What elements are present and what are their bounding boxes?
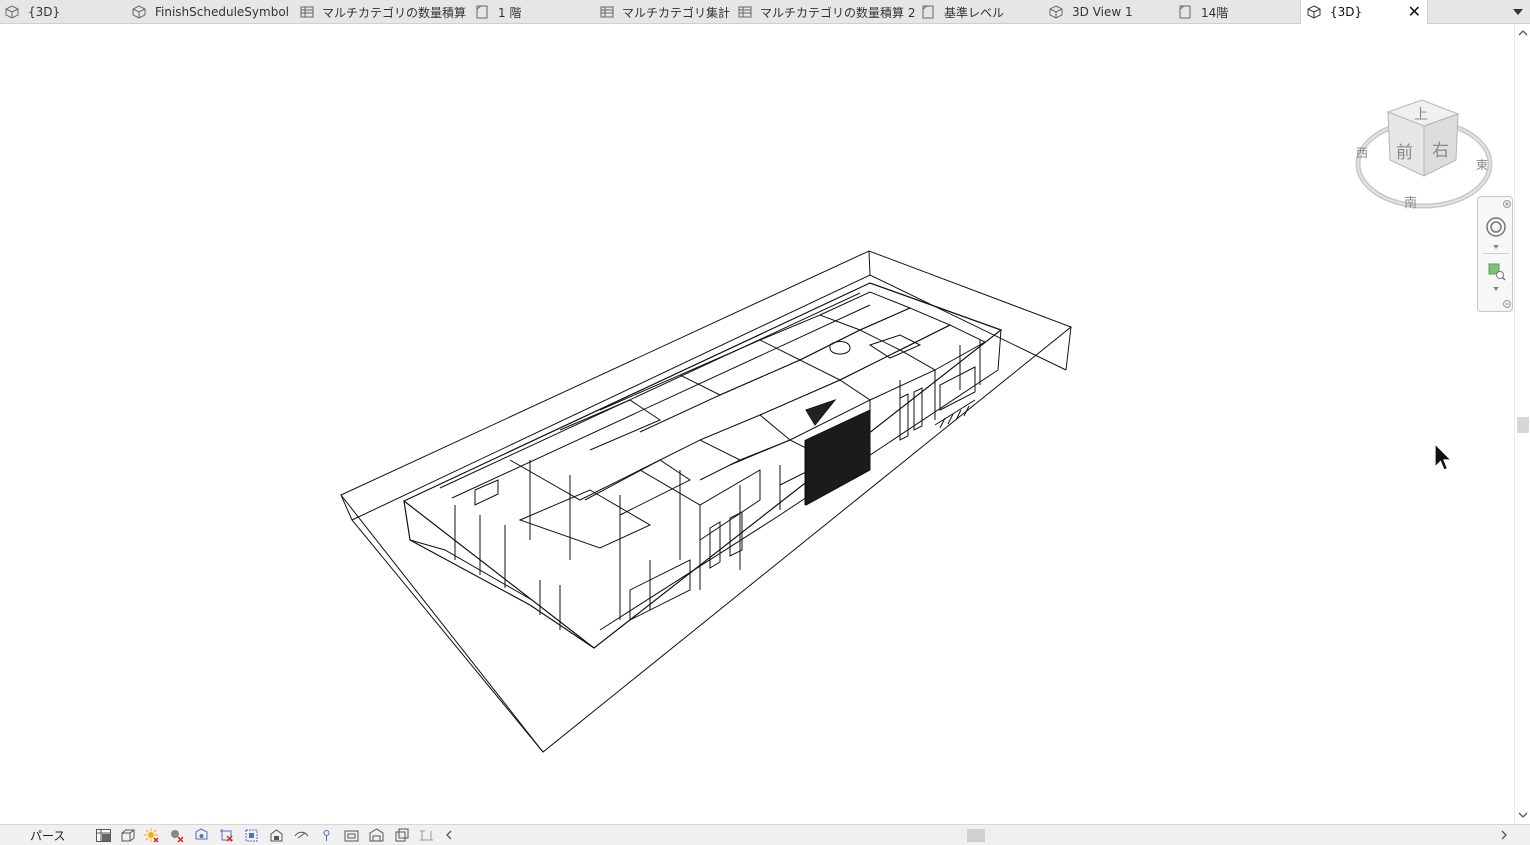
close-tab-icon[interactable]: ✕ bbox=[1408, 3, 1421, 21]
tab-floor-14[interactable]: 14階 bbox=[1177, 0, 1297, 24]
tab-label: マルチカテゴリの数量積算 bbox=[322, 5, 467, 20]
tab-label: 3D View 1 bbox=[1072, 5, 1133, 19]
building-model-wireframe[interactable] bbox=[0, 24, 1514, 824]
zoom-region-icon[interactable] bbox=[1484, 259, 1508, 283]
vertical-scroll-thumb[interactable] bbox=[1517, 417, 1529, 433]
tab-3d-view[interactable]: {3D} bbox=[4, 0, 124, 24]
view-projection-mode[interactable]: パース bbox=[30, 827, 65, 844]
tab-3d-view-1[interactable]: 3D View 1 bbox=[1048, 0, 1172, 24]
tab-label: マルチカテゴリの数量積算 2 bbox=[760, 5, 916, 20]
tab-label: FinishScheduleSymbol bbox=[155, 5, 290, 19]
detail-level-icon[interactable] bbox=[95, 827, 111, 843]
compass-east[interactable]: 東 bbox=[1476, 156, 1488, 173]
tab-finish-schedule-symbol[interactable]: FinishScheduleSymbol bbox=[131, 0, 291, 24]
crop-view-icon[interactable] bbox=[218, 827, 234, 843]
floor-plan-icon bbox=[920, 4, 936, 20]
schedule-icon bbox=[738, 4, 752, 20]
reveal-constraints-icon[interactable] bbox=[418, 827, 434, 843]
tab-label: マルチカテゴリ集計 bbox=[622, 5, 731, 20]
scroll-down-icon[interactable] bbox=[1518, 810, 1528, 820]
zoom-dropdown-icon[interactable] bbox=[1490, 285, 1502, 293]
vertical-scrollbar[interactable] bbox=[1514, 24, 1530, 824]
temporary-hide-isolate-icon[interactable] bbox=[293, 827, 309, 843]
tab-floor-1[interactable]: 1 階 bbox=[474, 0, 592, 24]
render-icon[interactable] bbox=[193, 827, 209, 843]
tab-multi-category-schedule[interactable]: マルチカテゴリ集計 bbox=[600, 0, 730, 24]
floor-plan-icon bbox=[474, 4, 490, 20]
sun-path-icon[interactable] bbox=[143, 827, 159, 843]
viewcube[interactable]: 上 前 右 西 東 南 bbox=[1352, 96, 1497, 216]
viewcube-top-face[interactable]: 上 bbox=[1414, 104, 1428, 124]
floor-plan-icon bbox=[1177, 4, 1193, 20]
scroll-left-icon[interactable] bbox=[442, 829, 454, 841]
scroll-right-icon[interactable] bbox=[1498, 829, 1510, 841]
shadows-icon[interactable] bbox=[168, 827, 184, 843]
view-control-bar: パース bbox=[0, 824, 1530, 845]
mouse-cursor-icon bbox=[1434, 443, 1453, 471]
temporary-view-properties-icon[interactable] bbox=[343, 827, 359, 843]
tab-base-level[interactable]: 基準レベル bbox=[920, 0, 1045, 24]
steering-wheel-icon[interactable] bbox=[1484, 215, 1508, 239]
3d-view-icon bbox=[4, 4, 20, 20]
show-analytical-model-icon[interactable] bbox=[368, 827, 384, 843]
3d-view-icon bbox=[131, 4, 147, 20]
tab-multi-category-takeoff-2[interactable]: マルチカテゴリの数量積算 2 bbox=[738, 0, 916, 24]
schedule-icon bbox=[300, 4, 314, 20]
scroll-up-icon[interactable] bbox=[1518, 28, 1528, 38]
tab-label: 1 階 bbox=[498, 5, 522, 20]
tab-3d-view-active[interactable]: {3D} ✕ bbox=[1300, 0, 1428, 24]
viewcube-right-face[interactable]: 右 bbox=[1432, 136, 1449, 161]
tab-label: 基準レベル bbox=[944, 5, 1005, 20]
3d-view-icon bbox=[1048, 4, 1064, 20]
tab-label: {3D} bbox=[1330, 5, 1363, 19]
lock-3d-view-icon[interactable] bbox=[268, 827, 284, 843]
tab-multi-category-takeoff[interactable]: マルチカテゴリの数量積算 bbox=[300, 0, 467, 24]
3d-view-icon bbox=[1306, 4, 1322, 20]
navigation-bar bbox=[1477, 196, 1513, 312]
tab-label: 14階 bbox=[1201, 5, 1229, 20]
horizontal-scroll-thumb[interactable] bbox=[967, 829, 985, 842]
tab-overflow-dropdown-icon[interactable] bbox=[1510, 4, 1526, 20]
compass-west[interactable]: 西 bbox=[1356, 144, 1368, 161]
visual-style-icon[interactable] bbox=[119, 827, 135, 843]
reveal-hidden-elements-icon[interactable] bbox=[318, 827, 334, 843]
viewcube-front-face[interactable]: 前 bbox=[1396, 138, 1413, 163]
compass-south[interactable]: 南 bbox=[1404, 192, 1417, 211]
show-crop-region-icon[interactable] bbox=[243, 827, 259, 843]
navbar-close-icon[interactable] bbox=[1502, 199, 1512, 209]
revit-window: {3D} FinishScheduleSymbol マルチカテゴリの数量積算 1… bbox=[0, 0, 1530, 845]
tab-label: {3D} bbox=[28, 5, 61, 19]
navbar-divider bbox=[1483, 253, 1509, 254]
steering-wheel-dropdown-icon[interactable] bbox=[1490, 243, 1502, 251]
schedule-icon bbox=[600, 4, 614, 20]
3d-viewport[interactable]: 上 前 右 西 東 南 bbox=[0, 24, 1514, 824]
navbar-options-icon[interactable] bbox=[1502, 299, 1512, 309]
view-tab-bar: {3D} FinishScheduleSymbol マルチカテゴリの数量積算 1… bbox=[0, 0, 1530, 24]
highlight-displacement-icon[interactable] bbox=[393, 827, 409, 843]
horizontal-scrollbar[interactable] bbox=[440, 825, 1514, 845]
